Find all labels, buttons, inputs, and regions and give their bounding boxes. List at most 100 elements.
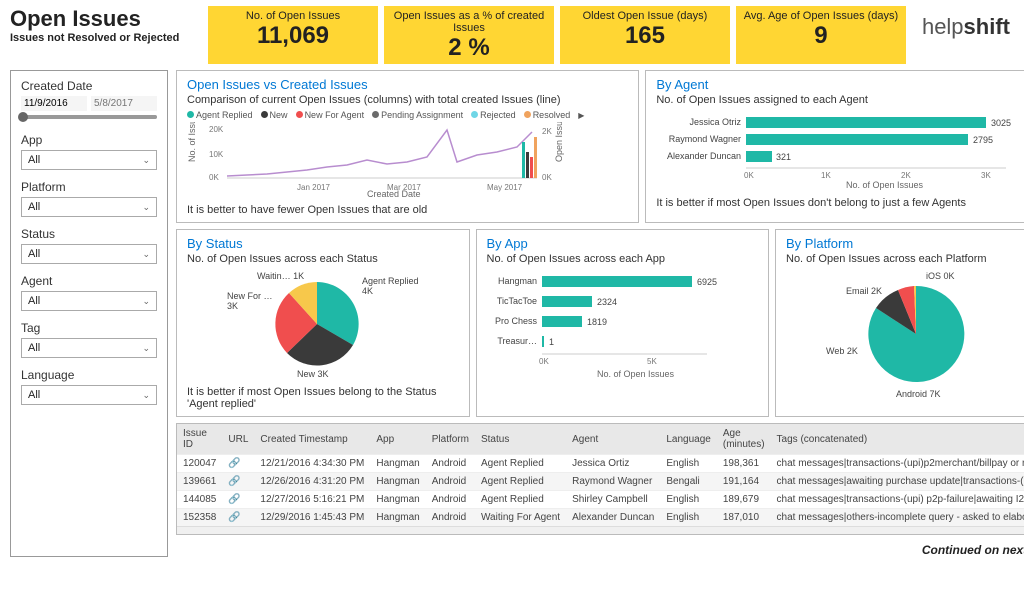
svg-text:Treasur…: Treasur… [497, 336, 537, 346]
svg-text:Email 2K: Email 2K [846, 286, 882, 296]
card-title: By Status [187, 236, 459, 251]
card-title: By Platform [786, 236, 1024, 251]
legend-item[interactable]: New [261, 110, 288, 120]
agent-chart[interactable]: Jessica Otriz 3025 Raymond Wagner 2795 A… [656, 110, 1024, 190]
table-cell: 120047 [177, 455, 222, 473]
svg-text:No. of Open Issues: No. of Open Issues [846, 180, 924, 190]
issues-table[interactable]: Issue IDURLCreated TimestampAppPlatformS… [176, 423, 1024, 535]
app-chart[interactable]: Hangman 6925 TicTacToe 2324 Pro Chess 18… [487, 269, 727, 389]
trend-chart[interactable]: No. of Issues Open Issues 20K 10K 0K 2K … [187, 122, 567, 197]
link-icon[interactable]: 🔗 [228, 458, 240, 469]
card-app: By App No. of Open Issues across each Ap… [476, 229, 770, 417]
column-header[interactable]: Status [475, 424, 566, 455]
horizontal-scrollbar[interactable] [177, 526, 1024, 534]
date-to-input[interactable] [91, 96, 157, 111]
page-subtitle: Issues not Resolved or Rejected [10, 32, 200, 44]
svg-text:1K: 1K [821, 171, 831, 180]
legend-dot-icon [187, 111, 194, 118]
column-header[interactable]: Age (minutes) [717, 424, 771, 455]
link-icon[interactable]: 🔗 [228, 494, 240, 505]
table-row[interactable]: 144085🔗12/27/2016 5:16:21 PMHangmanAndro… [177, 491, 1024, 509]
kpi-label: Avg. Age of Open Issues (days) [738, 10, 904, 22]
table-cell: Shirley Campbell [566, 491, 660, 509]
table-cell: 152358 [177, 509, 222, 527]
filter-label: Language [21, 368, 157, 382]
table-cell: 12/21/2016 4:34:30 PM [254, 455, 370, 473]
filter-label: Agent [21, 274, 157, 288]
svg-text:Open Issues: Open Issues [554, 122, 564, 162]
svg-text:New 3K: New 3K [297, 369, 329, 379]
table-cell: 12/27/2016 5:16:21 PM [254, 491, 370, 509]
table-cell: Raymond Wagner [566, 473, 660, 491]
legend-item[interactable]: Agent Replied [187, 110, 253, 120]
table-cell: 🔗 [222, 455, 254, 473]
table-row[interactable]: 152358🔗12/29/2016 1:45:43 PMHangmanAndro… [177, 509, 1024, 527]
filter-dropdown-status[interactable]: All ⌄ [21, 244, 157, 264]
svg-text:3025: 3025 [991, 118, 1011, 128]
chevron-down-icon: ⌄ [142, 343, 150, 354]
status-pie[interactable]: Agent Replied4K New 3K New For …3K Waiti… [187, 269, 427, 379]
card-sub: No. of Open Issues assigned to each Agen… [656, 94, 1024, 106]
chevron-down-icon: ⌄ [142, 296, 150, 307]
table-cell: Hangman [370, 473, 425, 491]
svg-text:1: 1 [549, 337, 554, 347]
platform-pie[interactable]: iOS 0K Email 2K Web 2K Android 7K [786, 269, 1024, 399]
table-cell: 🔗 [222, 509, 254, 527]
legend-item[interactable]: Resolved [524, 110, 571, 120]
table-cell: 139661 [177, 473, 222, 491]
column-header[interactable]: Created Timestamp [254, 424, 370, 455]
table-cell: chat messages|transactions-(upi) p2p-fai… [771, 491, 1024, 509]
table-cell: Hangman [370, 455, 425, 473]
svg-text:0K: 0K [542, 173, 552, 182]
link-icon[interactable]: 🔗 [228, 476, 240, 487]
filter-dropdown-agent[interactable]: All ⌄ [21, 291, 157, 311]
kpi-percent: Open Issues as a % of created Issues 2 % [384, 6, 554, 64]
svg-text:Agent Replied: Agent Replied [362, 276, 419, 286]
column-header[interactable]: Platform [426, 424, 475, 455]
date-from-input[interactable] [21, 96, 87, 111]
column-header[interactable]: Issue ID [177, 424, 222, 455]
table-cell: English [660, 509, 717, 527]
filter-label: App [21, 133, 157, 147]
card-foot: It is better if most Open Issues don't b… [656, 197, 1024, 209]
column-header[interactable]: Tags (concatenated) [771, 424, 1024, 455]
card-status: By Status No. of Open Issues across each… [176, 229, 470, 417]
table-cell: Hangman [370, 509, 425, 527]
kpi-value: 165 [562, 22, 728, 50]
legend-dot-icon [296, 111, 303, 118]
filter-dropdown-platform[interactable]: All ⌄ [21, 197, 157, 217]
svg-text:New For …: New For … [227, 291, 273, 301]
table-cell: 12/29/2016 1:45:43 PM [254, 509, 370, 527]
legend-item[interactable]: Pending Assignment [372, 110, 463, 120]
column-header[interactable]: Agent [566, 424, 660, 455]
svg-text:No. of Issues: No. of Issues [187, 122, 197, 162]
column-header[interactable]: App [370, 424, 425, 455]
column-header[interactable]: Language [660, 424, 717, 455]
table-cell: 198,361 [717, 455, 771, 473]
dropdown-value: All [28, 154, 40, 166]
table-cell: Agent Replied [475, 473, 566, 491]
filter-dropdown-tag[interactable]: All ⌄ [21, 338, 157, 358]
logo: helpshift [914, 6, 1014, 40]
date-slider[interactable] [21, 115, 157, 119]
filter-dropdown-app[interactable]: All ⌄ [21, 150, 157, 170]
svg-text:20K: 20K [209, 125, 224, 134]
svg-text:1819: 1819 [587, 317, 607, 327]
dropdown-value: All [28, 389, 40, 401]
legend-item[interactable]: Rejected [471, 110, 516, 120]
legend-more-icon[interactable]: ▶ [578, 111, 584, 120]
filter-dropdown-language[interactable]: All ⌄ [21, 385, 157, 405]
card-title: Open Issues vs Created Issues [187, 77, 628, 92]
svg-text:3K: 3K [227, 301, 238, 311]
svg-text:Waitin… 1K: Waitin… 1K [257, 271, 304, 281]
legend-item[interactable]: New For Agent [296, 110, 365, 120]
table-row[interactable]: 120047🔗12/21/2016 4:34:30 PMHangmanAndro… [177, 455, 1024, 473]
link-icon[interactable]: 🔗 [228, 512, 240, 523]
svg-text:321: 321 [776, 152, 791, 162]
svg-text:0K: 0K [209, 173, 219, 182]
svg-text:0K: 0K [744, 171, 754, 180]
column-header[interactable]: URL [222, 424, 254, 455]
filter-label: Platform [21, 180, 157, 194]
svg-text:Created Date: Created Date [367, 189, 421, 197]
table-row[interactable]: 139661🔗12/26/2016 4:31:20 PMHangmanAndro… [177, 473, 1024, 491]
